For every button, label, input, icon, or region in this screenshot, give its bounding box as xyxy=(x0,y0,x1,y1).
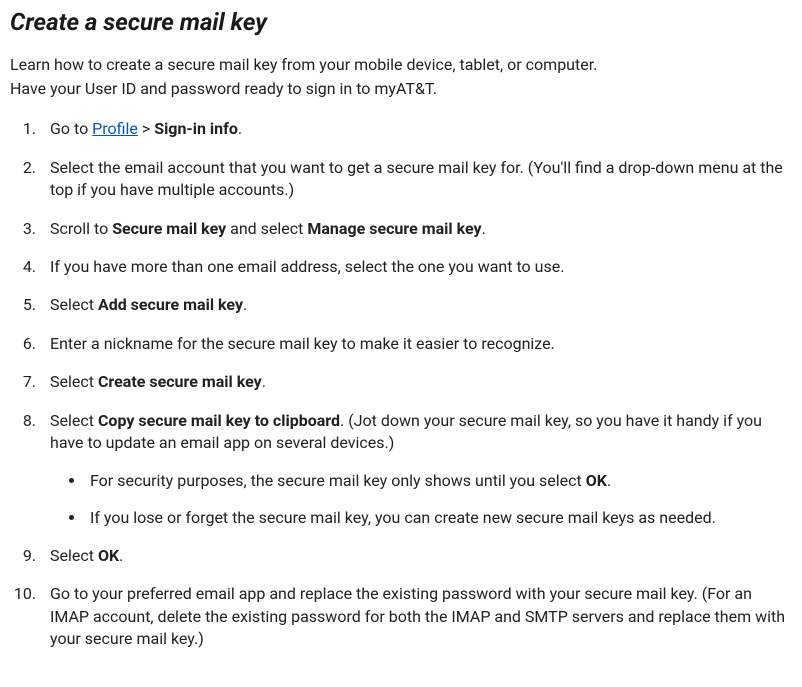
steps-list: Go to Profile > Sign-in info. Select the… xyxy=(10,118,792,650)
step-3-bold1: Secure mail key xyxy=(112,219,226,238)
step-9-post: . xyxy=(119,546,123,565)
step-8-sub1-pre: For security purposes, the secure mail k… xyxy=(90,471,586,490)
step-5: Select Add secure mail key. xyxy=(40,294,792,316)
step-8-sub2: If you lose or forget the secure mail ke… xyxy=(86,507,792,529)
step-8-bold: Copy secure mail key to clipboard xyxy=(98,411,340,430)
step-1-sep: > xyxy=(138,119,154,138)
step-1: Go to Profile > Sign-in info. xyxy=(40,118,792,140)
step-7-bold: Create secure mail key xyxy=(98,372,262,391)
intro-block: Learn how to create a secure mail key fr… xyxy=(10,54,792,101)
step-3: Scroll to Secure mail key and select Man… xyxy=(40,218,792,240)
step-8-sub1-post: . xyxy=(607,471,611,490)
step-8-sublist: For security purposes, the secure mail k… xyxy=(50,470,792,529)
step-3-mid: and select xyxy=(226,219,307,238)
step-3-bold2: Manage secure mail key xyxy=(307,219,481,238)
step-3-pre: Scroll to xyxy=(50,219,112,238)
step-8: Select Copy secure mail key to clipboard… xyxy=(40,410,792,530)
step-8-sub1: For security purposes, the secure mail k… xyxy=(86,470,792,492)
step-7-pre: Select xyxy=(50,372,98,391)
step-1-text-pre: Go to xyxy=(50,119,92,138)
page-title: Create a secure mail key xyxy=(10,6,792,40)
step-4: If you have more than one email address,… xyxy=(40,256,792,278)
intro-line-1: Learn how to create a secure mail key fr… xyxy=(10,54,792,76)
step-6: Enter a nickname for the secure mail key… xyxy=(40,333,792,355)
intro-line-2: Have your User ID and password ready to … xyxy=(10,78,792,100)
profile-link[interactable]: Profile xyxy=(92,119,138,138)
step-8-pre: Select xyxy=(50,411,98,430)
step-9-bold: OK xyxy=(98,546,119,565)
step-9: Select OK. xyxy=(40,545,792,567)
step-1-post: . xyxy=(238,119,242,138)
step-10: Go to your preferred email app and repla… xyxy=(40,583,792,650)
step-1-bold: Sign-in info xyxy=(154,119,238,138)
step-9-pre: Select xyxy=(50,546,98,565)
step-5-bold: Add secure mail key xyxy=(98,295,243,314)
step-2: Select the email account that you want t… xyxy=(40,157,792,202)
step-5-pre: Select xyxy=(50,295,98,314)
step-7: Select Create secure mail key. xyxy=(40,371,792,393)
step-3-post: . xyxy=(482,219,486,238)
step-5-post: . xyxy=(243,295,247,314)
step-8-sub1-bold: OK xyxy=(586,471,607,490)
step-7-post: . xyxy=(262,372,266,391)
